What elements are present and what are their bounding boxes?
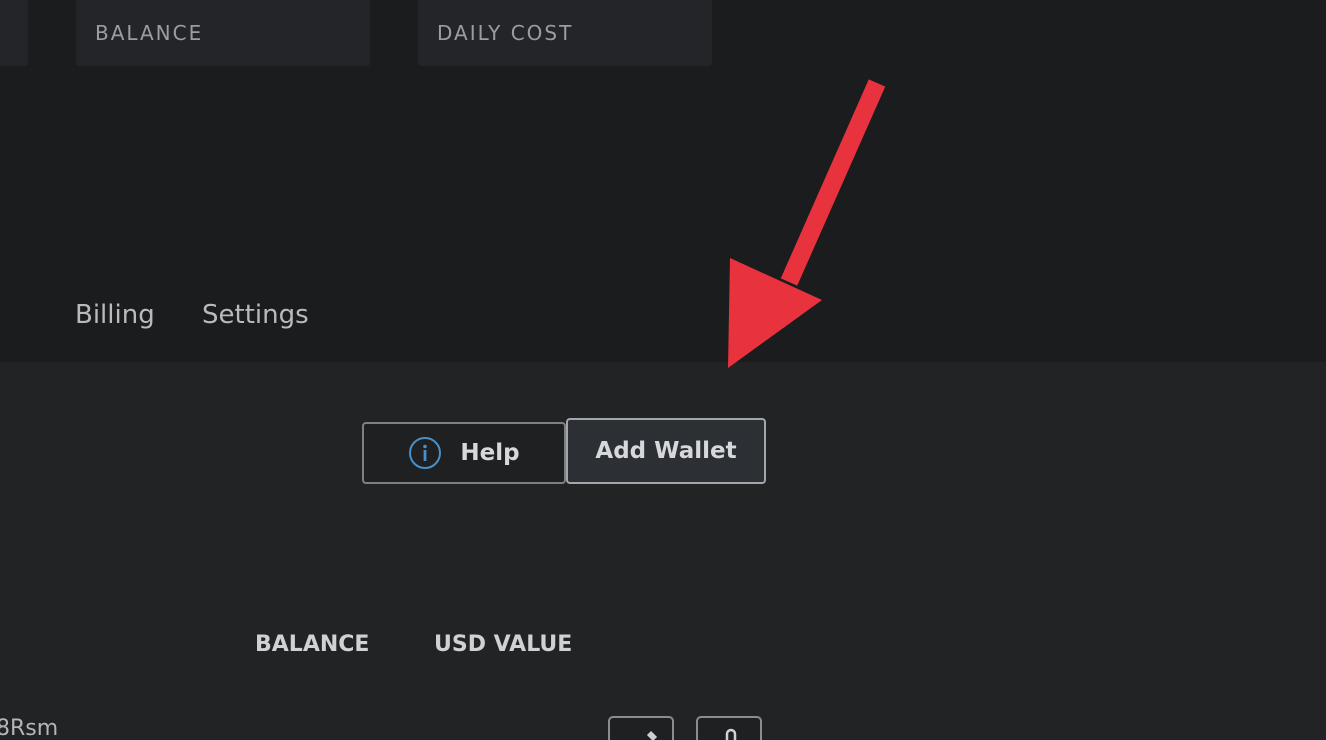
lock-icon	[725, 728, 737, 740]
stat-card-partial	[0, 0, 28, 66]
lock-wallet-button[interactable]	[696, 716, 762, 740]
stat-card-balance: BALANCE	[76, 0, 370, 66]
tab-settings[interactable]: Settings	[202, 300, 309, 330]
column-header-usd-value: USD VALUE	[434, 632, 573, 657]
add-wallet-button[interactable]: Add Wallet	[566, 418, 766, 484]
pencil-icon	[646, 730, 658, 740]
edit-wallet-button[interactable]	[608, 716, 674, 740]
help-button[interactable]: Help	[362, 422, 566, 484]
wallet-address[interactable]: 8Rsm	[0, 716, 58, 740]
stat-label-daily-cost: DAILY COST	[437, 21, 574, 45]
add-wallet-button-label: Add Wallet	[595, 438, 737, 464]
tab-access[interactable]: ss	[0, 300, 1, 330]
column-header-balance: BALANCE	[255, 632, 370, 657]
info-icon	[409, 437, 442, 469]
stat-label-balance: BALANCE	[95, 21, 204, 45]
app-window: BALANCE DAILY COST ss Billing Settings H…	[0, 0, 1326, 740]
stat-card-daily-cost: DAILY COST	[418, 0, 712, 66]
tab-billing[interactable]: Billing	[75, 300, 155, 330]
help-button-label: Help	[460, 440, 520, 466]
